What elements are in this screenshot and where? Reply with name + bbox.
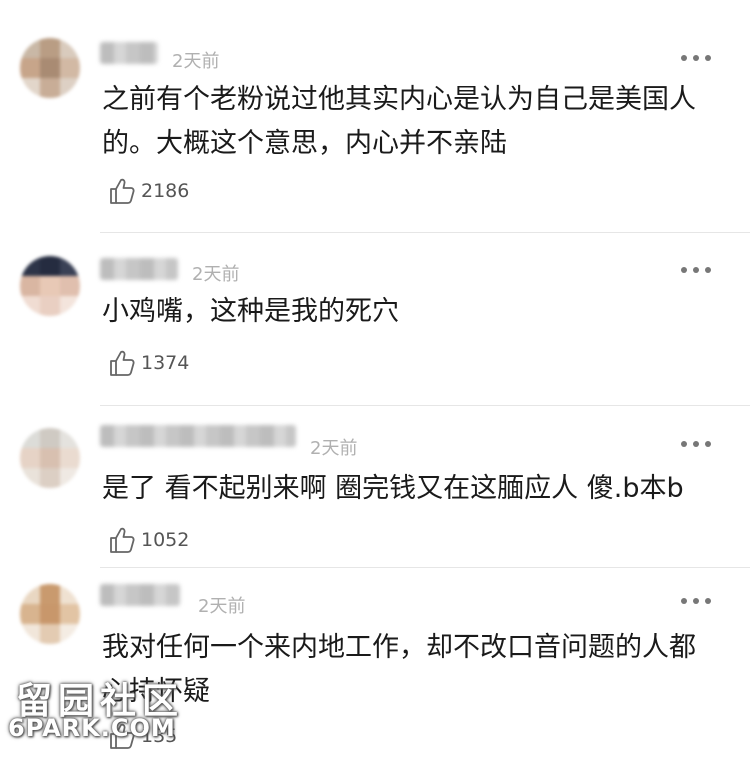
username-blurred[interactable] <box>100 258 178 280</box>
comment-time: 2天前 <box>192 264 240 285</box>
divider <box>100 405 750 406</box>
avatar[interactable] <box>20 38 80 98</box>
more-dots-icon[interactable] <box>681 266 713 274</box>
username-blurred[interactable] <box>100 42 158 64</box>
watermark: 留园社区 6PARK.COM <box>8 672 198 752</box>
more-dots-icon[interactable] <box>681 597 713 605</box>
divider <box>100 232 750 233</box>
avatar[interactable] <box>20 256 80 316</box>
thumbs-up-icon <box>110 527 135 553</box>
avatar[interactable] <box>20 428 80 488</box>
more-dots-icon[interactable] <box>681 54 713 62</box>
divider <box>100 567 750 568</box>
comment-text: 之前有个老粉说过他其实内心是认为自己是美国人的。大概这个意思，内心并不亲陆 <box>102 84 696 159</box>
username-blurred[interactable] <box>100 425 296 447</box>
comment-item: 2天前 之前有个老粉说过他其实内心是认为自己是美国人的。大概这个意思，内心并不亲… <box>0 0 750 233</box>
like-count: 1052 <box>141 529 190 551</box>
watermark-latin: 6PARK.COM <box>8 714 176 742</box>
thumbs-up-icon <box>110 350 135 376</box>
comment-time: 2天前 <box>172 51 220 72</box>
avatar[interactable] <box>20 584 80 644</box>
username-blurred[interactable] <box>100 584 180 606</box>
like-count: 2186 <box>141 180 190 202</box>
comment-time: 2天前 <box>198 596 246 617</box>
more-dots-icon[interactable] <box>681 440 713 448</box>
comment-text: 是了 看不起别来啊 圈完钱又在这腼应人 傻.b本b <box>102 473 684 504</box>
like-count: 1374 <box>141 352 190 374</box>
comment-time: 2天前 <box>310 438 358 459</box>
comment-text: 小鸡嘴，这种是我的死穴 <box>102 296 399 327</box>
thumbs-up-icon <box>110 178 135 204</box>
